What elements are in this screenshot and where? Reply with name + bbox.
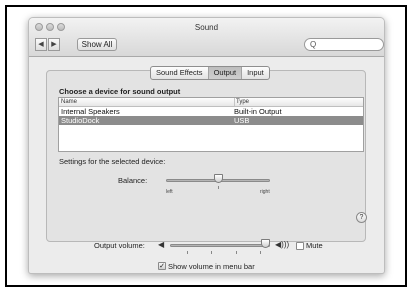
help-button[interactable]: ? <box>356 212 367 223</box>
output-device-heading: Choose a device for sound output <box>59 87 181 96</box>
search-input[interactable]: Q <box>304 38 384 51</box>
speaker-low-icon: ◀ <box>158 240 165 249</box>
balance-right-label: right <box>260 189 270 195</box>
table-row-selected[interactable]: StudioDock USB <box>59 116 363 125</box>
search-icon: Q <box>310 40 317 49</box>
tab-bar: Sound Effects Output Input <box>150 66 270 80</box>
volume-tick <box>211 251 212 254</box>
column-header-name[interactable]: Name <box>61 98 77 106</box>
balance-left-label: left <box>166 189 173 195</box>
device-settings-label: Settings for the selected device: <box>59 157 166 166</box>
balance-center-tick <box>218 186 219 189</box>
show-volume-in-menu-bar-checkbox[interactable]: ✓ <box>158 262 166 270</box>
device-name: StudioDock <box>61 116 100 125</box>
speaker-high-icon: ◀))) <box>275 240 290 249</box>
column-header-type[interactable]: Type <box>234 98 249 106</box>
back-button[interactable]: ◀ <box>35 38 47 51</box>
forward-arrow-icon: ▶ <box>51 41 57 48</box>
tab-sound-effects[interactable]: Sound Effects <box>151 67 209 79</box>
tab-output[interactable]: Output <box>208 67 243 79</box>
mute-label: Mute <box>306 241 323 250</box>
volume-tick <box>260 251 261 254</box>
title-bar: Sound ◀ ▶ Show All Q <box>29 18 384 57</box>
device-type: USB <box>234 116 250 125</box>
table-header: Name Type <box>59 98 363 107</box>
output-volume-slider[interactable] <box>170 244 270 247</box>
mute-checkbox[interactable] <box>296 242 304 250</box>
output-volume-label: Output volume: <box>94 241 145 250</box>
output-volume-slider-thumb[interactable] <box>260 239 270 248</box>
window-title: Sound <box>194 23 219 32</box>
balance-slider-thumb[interactable] <box>213 174 223 183</box>
table-row[interactable]: Internal Speakers Built-in Output <box>59 107 363 116</box>
volume-tick <box>236 251 237 254</box>
show-volume-in-menu-bar-label: Show volume in menu bar <box>168 262 255 271</box>
volume-tick <box>187 251 188 254</box>
balance-label: Balance: <box>118 176 148 185</box>
back-arrow-icon: ◀ <box>38 41 44 48</box>
forward-button[interactable]: ▶ <box>48 38 60 51</box>
device-name: Internal Speakers <box>61 107 120 116</box>
show-all-button[interactable]: Show All <box>77 38 117 51</box>
device-type: Built-in Output <box>234 107 282 116</box>
device-table[interactable]: Name Type Internal Speakers Built-in Out… <box>58 97 364 152</box>
tab-input[interactable]: Input <box>242 67 269 79</box>
